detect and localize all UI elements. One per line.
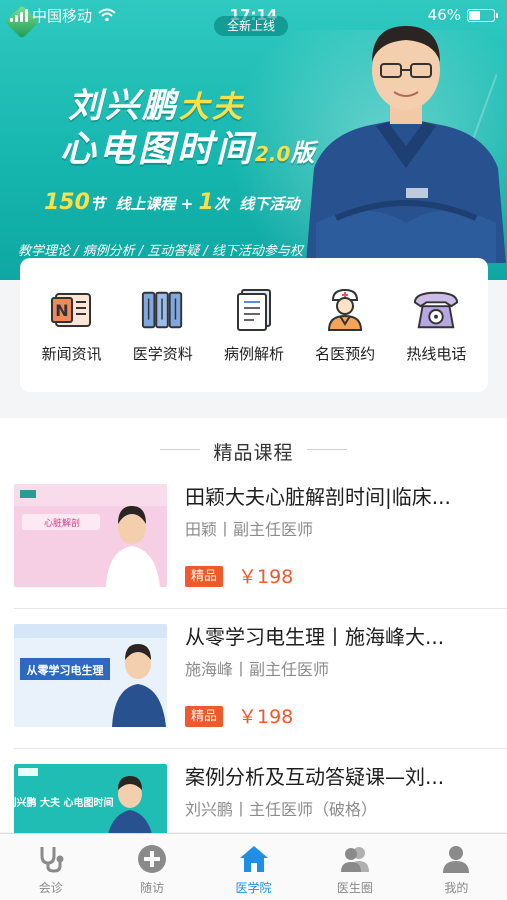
doctor-portrait xyxy=(306,26,506,263)
offer-count-online: 150 xyxy=(44,190,90,215)
banner-tags: 教学理论 / 病例分析 / 互动答疑 / 线下活动参与权 xyxy=(18,244,303,259)
tab-consultation[interactable]: 会诊 xyxy=(0,834,101,900)
tab-label: 随访 xyxy=(140,881,165,895)
thumb-caption: 心脏解剖 xyxy=(44,517,80,529)
row-divider xyxy=(14,608,507,609)
user-icon xyxy=(440,843,472,875)
courses-section: 精品课程 心脏解剖 田颖大夫心脏解剖时间|临床... 田颖丨副主任医师 精品 ￥… xyxy=(0,418,507,867)
offer-count-offline: 1 xyxy=(198,190,214,215)
tab-label: 医学院 xyxy=(235,881,272,895)
offer-text-offline: 线下活动 xyxy=(239,195,300,213)
banner-course-name: 心电图时间 xyxy=(60,129,256,170)
course-card[interactable]: 心脏解剖 田颖大夫心脏解剖时间|临床... 田颖丨副主任医师 精品 ￥198 xyxy=(14,484,507,612)
premium-badge: 精品 xyxy=(185,566,223,587)
offer-unit-online: 节 xyxy=(89,195,105,213)
doctor-icon xyxy=(322,287,368,333)
row-divider xyxy=(14,748,507,749)
menu-doctor-appointment[interactable]: 名医预约 xyxy=(302,287,388,364)
launch-badge: 全新上线 xyxy=(214,16,288,36)
banner-subtitle: 心电图时间2.0版 xyxy=(60,120,317,172)
tab-mine[interactable]: 我的 xyxy=(406,834,507,900)
plus-circle-icon xyxy=(136,843,168,875)
course-title: 案例分析及互动答疑课—刘... xyxy=(185,765,445,789)
tab-doctor-circle[interactable]: 医生圈 xyxy=(304,834,405,900)
menu-medical-materials[interactable]: 医学资料 xyxy=(120,287,206,364)
menu-hotline[interactable]: 热线电话 xyxy=(393,287,479,364)
tab-label: 医生圈 xyxy=(336,881,373,895)
bottom-tab-bar: 会诊 随访 医学院 医生圈 我的 xyxy=(0,833,507,900)
divider-line xyxy=(307,449,347,450)
course-teacher: 田颖丨副主任医师 xyxy=(185,520,314,539)
stethoscope-icon xyxy=(35,843,67,875)
tab-label: 我的 xyxy=(444,881,469,895)
course-thumbnail: 从零学习电生理 xyxy=(14,624,167,727)
banner-offer: 150节 线上课程 + 1次 线下活动 xyxy=(44,190,299,215)
menu-label: 病例解析 xyxy=(223,344,284,363)
menu-case-analysis[interactable]: 病例解析 xyxy=(211,287,297,364)
offer-unit-offline: 次 xyxy=(213,195,229,213)
menu-news[interactable]: N 新闻资讯 xyxy=(29,287,115,364)
svg-text:N: N xyxy=(55,301,68,320)
course-card[interactable]: 从零学习电生理 从零学习电生理丨施海峰大... 施海峰丨副主任医师 精品 ￥19… xyxy=(14,624,507,752)
course-teacher: 刘兴鹏丨主任医师（破格） xyxy=(185,800,378,819)
course-price: ￥198 xyxy=(238,566,294,588)
course-price: ￥198 xyxy=(238,706,294,728)
quick-menu: N 新闻资讯 医学资料 病例解析 名医预约 热线电话 xyxy=(20,258,488,392)
course-title: 从零学习电生理丨施海峰大... xyxy=(185,625,445,649)
wifi-icon xyxy=(98,8,116,22)
menu-label: 名医预约 xyxy=(315,344,376,363)
divider-line xyxy=(160,449,200,450)
tab-follow-up[interactable]: 随访 xyxy=(101,834,202,900)
premium-badge: 精品 xyxy=(185,706,223,727)
thumb-caption: 刘兴鹏 大夫 心电图时间 xyxy=(14,796,113,809)
menu-label: 医学资料 xyxy=(132,344,193,363)
people-icon xyxy=(339,843,371,875)
menu-label: 热线电话 xyxy=(406,344,467,363)
course-title: 田颖大夫心脏解剖时间|临床... xyxy=(185,485,451,509)
course-teacher: 施海峰丨副主任医师 xyxy=(185,660,330,679)
thumb-caption: 从零学习电生理 xyxy=(27,663,104,677)
menu-label: 新闻资讯 xyxy=(41,344,102,363)
carrier-name: 中国移动 xyxy=(32,6,93,25)
tab-label: 会诊 xyxy=(38,881,63,895)
promo-banner[interactable]: 中国移动 17:14 46% 全新上线 刘兴鹏大夫 心电图时间2.0版 150节… xyxy=(0,0,507,280)
signal-icon xyxy=(10,8,28,22)
offer-text-online: 线上课程 + xyxy=(115,195,194,213)
books-icon xyxy=(140,287,186,333)
telephone-icon xyxy=(413,287,459,333)
course-thumbnail: 心脏解剖 xyxy=(14,484,167,587)
newspaper-icon: N xyxy=(49,287,95,333)
section-header: 精品课程 xyxy=(0,438,507,465)
section-title: 精品课程 xyxy=(213,442,294,464)
banner-version: 2.0 xyxy=(255,142,291,166)
home-icon xyxy=(238,843,270,875)
document-icon xyxy=(231,287,277,333)
tab-medical-school[interactable]: 医学院 xyxy=(203,834,304,900)
